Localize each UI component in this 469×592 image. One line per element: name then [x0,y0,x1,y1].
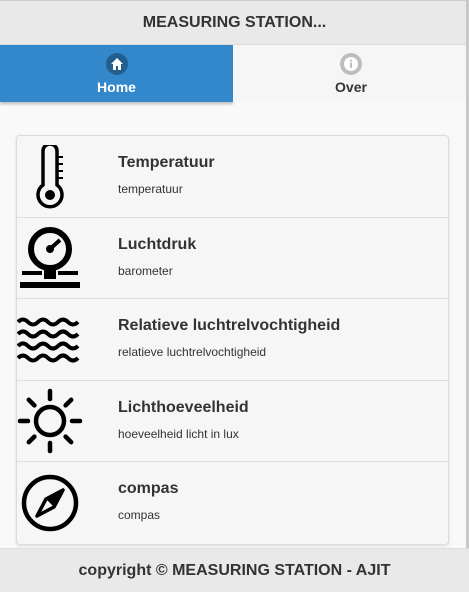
item-title: Temperatuur [118,154,215,171]
thermometer-icon [17,136,83,217]
app-header: MEASURING STATION... [0,0,469,45]
item-subtitle: temperatuur [118,182,183,196]
compass-icon [17,462,83,543]
page-title: MEASURING STATION... [142,14,327,31]
app-footer: copyright © MEASURING STATION - AJIT [0,548,469,592]
item-title: compas [118,480,179,498]
sun-icon [17,381,83,462]
item-subtitle: barometer [118,263,173,278]
info-icon [340,52,362,75]
tab-over-label: Over [335,78,367,95]
item-title: Lichthoeveelheid [118,398,249,416]
tab-over[interactable]: Over [233,45,469,102]
sensor-list: Temperatuur temperatuur Luchtdruk barome… [16,135,449,545]
item-title: Relatieve luchtrelvochtigheid [118,317,341,335]
barometer-icon [17,218,83,299]
navbar: Home Over [0,45,469,102]
list-item-temperature[interactable]: Temperatuur temperatuur [17,136,448,218]
tab-home[interactable]: Home [0,45,233,102]
item-title: Luchtdruk [118,235,197,253]
item-subtitle: hoeveelheid licht in lux [118,426,239,441]
waves-icon [17,299,83,380]
list-item-humidity[interactable]: Relatieve luchtrelvochtigheid relatieve … [17,299,448,381]
tab-home-label: Home [97,78,136,95]
copyright-text: copyright © MEASURING STATION - AJIT [78,562,391,579]
item-subtitle: compas [118,508,161,523]
list-item-light[interactable]: Lichthoeveelheid hoeveelheid licht in lu… [17,381,448,463]
list-item-compass[interactable]: compas compas [17,462,448,544]
list-item-air-pressure[interactable]: Luchtdruk barometer [17,218,448,300]
item-subtitle: relatieve luchtrelvochtigheid [118,345,267,360]
home-icon [105,52,128,75]
